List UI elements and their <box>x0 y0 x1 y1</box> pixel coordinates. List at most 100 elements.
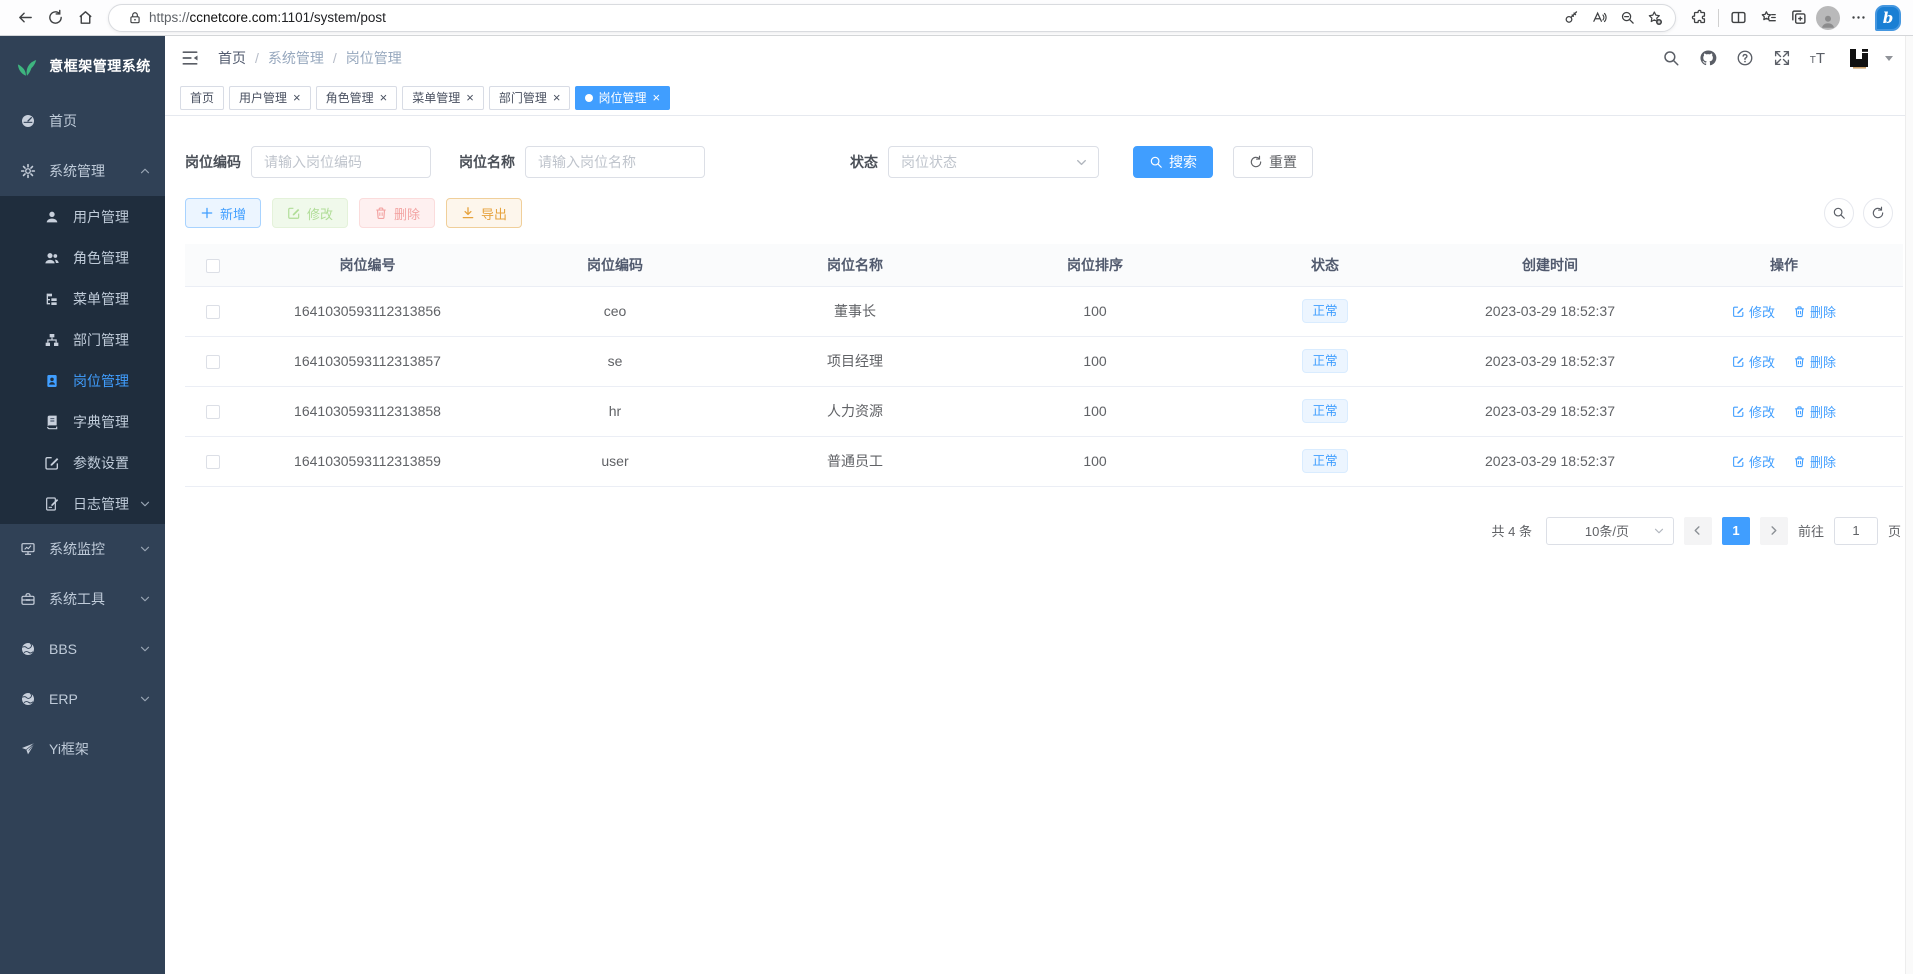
tab-role-mgmt[interactable]: 角色管理× <box>316 86 398 110</box>
show-search-button[interactable] <box>1824 198 1854 228</box>
close-icon[interactable]: × <box>380 91 388 104</box>
reset-button[interactable]: 重置 <box>1233 146 1313 178</box>
status-label: 状态 <box>850 152 878 172</box>
users-icon <box>44 250 60 266</box>
chevron-down-icon <box>1653 525 1665 537</box>
row-edit-link[interactable]: 修改 <box>1732 302 1775 321</box>
sidebar-item-log-mgmt[interactable]: 日志管理 <box>0 483 165 524</box>
scrollbar[interactable] <box>1905 36 1913 974</box>
dictionary-icon <box>44 414 60 430</box>
sidebar-collapse-icon[interactable] <box>180 47 202 69</box>
breadcrumb-post-mgmt: 岗位管理 <box>346 48 402 68</box>
page-content: 岗位编码 岗位名称 状态 岗位状态 搜索 重置 <box>165 116 1913 545</box>
row-checkbox[interactable] <box>206 355 220 369</box>
breadcrumb: 首页 / 系统管理 / 岗位管理 <box>218 48 402 68</box>
tab-menu-mgmt[interactable]: 菜单管理× <box>402 86 484 110</box>
sidebar-item-param-settings[interactable]: 参数设置 <box>0 442 165 483</box>
url-text[interactable]: https://ccnetcore.com:1101/system/post <box>149 10 1557 25</box>
sidebar-item-user-mgmt[interactable]: 用户管理 <box>0 196 165 237</box>
row-edit-link[interactable]: 修改 <box>1732 402 1775 421</box>
row-delete-link[interactable]: 删除 <box>1793 352 1836 371</box>
post-name-label: 岗位名称 <box>459 152 515 172</box>
sidebar-item-yi-framework[interactable]: Yi框架 <box>0 724 165 774</box>
close-icon[interactable]: × <box>553 91 561 104</box>
delete-button[interactable]: 删除 <box>359 198 435 228</box>
filter-form: 岗位编码 岗位名称 状态 岗位状态 搜索 重置 <box>185 146 1903 178</box>
add-favorite-icon[interactable] <box>1641 6 1669 30</box>
font-size-icon[interactable]: TT <box>1810 51 1825 66</box>
tab-post-mgmt[interactable]: 岗位管理× <box>575 86 670 110</box>
browser-home-button[interactable] <box>70 4 100 32</box>
search-button[interactable]: 搜索 <box>1133 146 1213 178</box>
sidebar-item-bbs[interactable]: BBS <box>0 624 165 674</box>
tab-dept-mgmt[interactable]: 部门管理× <box>489 86 571 110</box>
chevron-down-icon <box>1075 156 1088 169</box>
row-checkbox[interactable] <box>206 455 220 469</box>
zoom-out-icon[interactable] <box>1613 6 1641 30</box>
select-all-checkbox[interactable] <box>206 259 220 273</box>
help-icon[interactable] <box>1736 49 1754 67</box>
sidebar-item-erp[interactable]: ERP <box>0 674 165 724</box>
row-delete-link[interactable]: 删除 <box>1793 402 1836 421</box>
split-screen-icon[interactable] <box>1723 4 1753 32</box>
extensions-icon[interactable] <box>1684 4 1714 32</box>
sidebar-item-menu-mgmt[interactable]: 菜单管理 <box>0 278 165 319</box>
close-icon[interactable]: × <box>652 91 660 104</box>
prev-page-button[interactable] <box>1684 517 1712 545</box>
goto-page-input[interactable] <box>1834 517 1878 545</box>
export-button[interactable]: 导出 <box>446 198 522 228</box>
row-delete-link[interactable]: 删除 <box>1793 452 1836 471</box>
user-avatar[interactable] <box>1844 43 1874 73</box>
avatar-caret-icon[interactable] <box>1885 56 1893 61</box>
row-edit-link[interactable]: 修改 <box>1732 352 1775 371</box>
browser-back-button[interactable] <box>10 4 40 32</box>
page-number-1[interactable]: 1 <box>1722 517 1750 545</box>
lock-icon[interactable] <box>121 6 149 30</box>
add-button[interactable]: 新增 <box>185 198 261 228</box>
user-icon <box>44 209 60 225</box>
screen: https://ccnetcore.com:1101/system/post b… <box>0 0 1913 974</box>
edit-icon <box>287 206 301 220</box>
bing-chat-icon[interactable]: b <box>1873 4 1903 32</box>
search-icon[interactable] <box>1662 49 1680 67</box>
tab-home[interactable]: 首页 <box>180 86 224 110</box>
close-icon[interactable]: × <box>293 91 301 104</box>
next-page-button[interactable] <box>1760 517 1788 545</box>
fullscreen-icon[interactable] <box>1773 49 1791 67</box>
chevron-up-icon <box>139 165 151 177</box>
browser-menu-icon[interactable] <box>1843 4 1873 32</box>
post-code-input[interactable] <box>251 146 431 178</box>
collections-icon[interactable] <box>1783 4 1813 32</box>
sidebar-item-system-tools[interactable]: 系统工具 <box>0 574 165 624</box>
favorites-icon[interactable] <box>1753 4 1783 32</box>
address-bar[interactable]: https://ccnetcore.com:1101/system/post <box>108 4 1676 32</box>
tab-user-mgmt[interactable]: 用户管理× <box>229 86 311 110</box>
page-size-select[interactable]: 10条/页 <box>1546 517 1674 545</box>
row-checkbox[interactable] <box>206 305 220 319</box>
profile-avatar[interactable] <box>1813 4 1843 32</box>
sidebar-item-system-mgmt[interactable]: 系统管理 <box>0 146 165 196</box>
menu-tree-icon <box>44 291 60 307</box>
browser-refresh-button[interactable] <box>40 4 70 32</box>
github-icon[interactable] <box>1699 49 1717 67</box>
post-name-input[interactable] <box>525 146 705 178</box>
sidebar-item-system-monitor[interactable]: 系统监控 <box>0 524 165 574</box>
breadcrumb-home[interactable]: 首页 <box>218 48 246 68</box>
status-badge: 正常 <box>1302 399 1347 423</box>
close-icon[interactable]: × <box>466 91 474 104</box>
edit-button[interactable]: 修改 <box>272 198 348 228</box>
password-key-icon[interactable] <box>1557 6 1585 30</box>
chevron-down-icon <box>139 643 151 655</box>
refresh-table-button[interactable] <box>1863 198 1893 228</box>
row-edit-link[interactable]: 修改 <box>1732 452 1775 471</box>
sidebar-item-home[interactable]: 首页 <box>0 96 165 146</box>
sidebar-item-role-mgmt[interactable]: 角色管理 <box>0 237 165 278</box>
sidebar-item-post-mgmt[interactable]: 岗位管理 <box>0 360 165 401</box>
row-checkbox[interactable] <box>206 405 220 419</box>
row-delete-link[interactable]: 删除 <box>1793 302 1836 321</box>
sidebar-item-dict-mgmt[interactable]: 字典管理 <box>0 401 165 442</box>
plus-icon <box>200 206 214 220</box>
sidebar-item-dept-mgmt[interactable]: 部门管理 <box>0 319 165 360</box>
read-aloud-icon[interactable] <box>1585 6 1613 30</box>
status-select[interactable]: 岗位状态 <box>888 146 1099 178</box>
